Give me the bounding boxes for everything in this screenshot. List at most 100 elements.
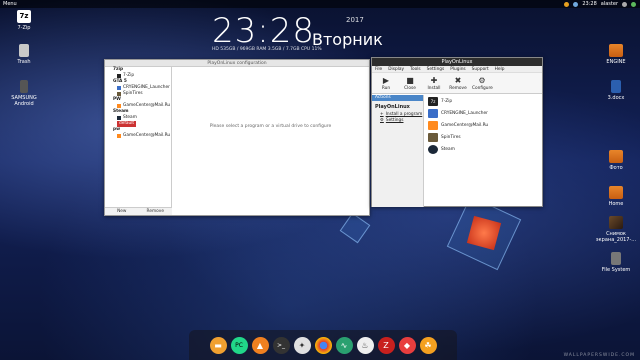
settings-app-icon[interactable]: ✦ (293, 336, 311, 354)
desktop-icon-label: 3.docx (607, 95, 625, 101)
plus-icon: ✚ (430, 76, 438, 85)
steam-app-icon[interactable]: ♨ (356, 336, 374, 354)
desktop-icon-home[interactable]: Home (596, 186, 636, 207)
clock-time: 23:28 (212, 11, 315, 51)
spintires-icon (428, 132, 438, 142)
steam-icon (428, 144, 438, 154)
toolbar-label: Close (404, 86, 416, 91)
app-name: CRYENGINE_Launcher (441, 110, 488, 116)
top-panel: Menu 23:28 alaster (0, 0, 640, 8)
desktop-icon-docx[interactable]: 3.docx (596, 80, 636, 101)
remove-app-button[interactable]: ✖ Remove (448, 76, 468, 93)
list-item[interactable]: Steam (425, 143, 543, 155)
app-icon (117, 74, 121, 78)
remove-button[interactable]: Remove (139, 208, 173, 215)
watermark: WALLPAPERSWIDE.COM (563, 353, 635, 358)
desktop-icon-filesystem[interactable]: File System (596, 252, 636, 273)
list-item[interactable]: CRYENGINE_Launcher (425, 107, 543, 119)
app-name: GameCenter@Mail.Ru (441, 122, 489, 128)
battery-icon[interactable] (631, 1, 636, 7)
tree-item-label: SpinTires (123, 91, 143, 96)
clock-widget: 23:28 2017 Вторник HD 535GB / 969GB RAM … (212, 11, 383, 52)
toolbar-label: Install (427, 86, 441, 91)
installed-apps-list: 7z 7-Zip CRYENGINE_Launcher GameCenter@Ma… (425, 95, 543, 207)
terminal-app-icon[interactable]: >_ (272, 336, 290, 354)
configure-button[interactable]: ⚙ Configure (472, 76, 493, 93)
app-icon (117, 104, 121, 108)
phone-icon (20, 80, 28, 93)
desktop-icon-trash[interactable]: Trash (4, 44, 44, 65)
toolbar-label: Configure (472, 86, 493, 91)
network-icon[interactable] (573, 1, 579, 7)
desktop-icon-engine[interactable]: ENGINE (596, 44, 636, 65)
run-button[interactable]: ▶ Run (376, 76, 396, 93)
pycharm-app-icon[interactable]: PC (230, 336, 248, 354)
install-button[interactable]: ✚ Install (424, 76, 444, 93)
new-button[interactable]: New (105, 208, 139, 215)
app-icon (117, 116, 121, 120)
actions-panel: Actions PlayOnLinux + Install a program ⚙… (372, 95, 424, 207)
app-name: Steam (441, 146, 455, 152)
menu-settings[interactable]: Settings (427, 66, 445, 72)
list-item[interactable]: 7z 7-Zip (425, 95, 543, 107)
chrome-app-icon[interactable] (314, 336, 332, 354)
menu-tools[interactable]: Tools (410, 66, 421, 72)
tree-item[interactable]: GameCenter@Mail.Ru (105, 133, 171, 139)
desktop-icon-foto[interactable]: Фото (596, 150, 636, 171)
desktop-icon-label: Фото (609, 165, 623, 171)
monitor-app-icon[interactable]: ∿ (335, 336, 353, 354)
toolbar-label: Run (381, 86, 391, 91)
folder-icon (609, 186, 623, 199)
settings-link[interactable]: ⚙ Settings (372, 118, 423, 124)
tray: 23:28 alaster (564, 0, 636, 8)
app-name: 7-Zip (441, 98, 453, 104)
menu-plugins[interactable]: Plugins (450, 66, 465, 72)
menu-support[interactable]: Support (472, 66, 489, 72)
close-button[interactable]: ■ Close (400, 76, 420, 93)
gamecenter-icon (428, 120, 438, 130)
config-window-title[interactable]: PlayOnLinux configuration (105, 60, 369, 67)
config-bottom-bar: New Remove (105, 207, 172, 215)
notification-icon[interactable] (564, 1, 570, 7)
volume-icon[interactable] (622, 1, 627, 7)
desktop-icon-label: Снимок экрана_2017-... (595, 231, 637, 243)
user-name[interactable]: alaster (601, 0, 618, 8)
link-label: Settings (385, 118, 404, 123)
vlc-app-icon[interactable]: ▲ (251, 336, 269, 354)
menu-help[interactable]: Help (495, 66, 505, 72)
pol-menubar: File Display Tools Settings Plugins Supp… (372, 66, 542, 73)
gear-icon: ⚙ (380, 118, 384, 123)
pol-window-title[interactable]: PlayOnLinux (372, 58, 542, 66)
playonlinux-window: PlayOnLinux File Display Tools Settings … (371, 57, 543, 207)
app-icon (117, 92, 121, 96)
panel-clock[interactable]: 23:28 (582, 0, 596, 8)
desktop-icon-samsung[interactable]: SAMSUNG Android (4, 80, 44, 107)
prefix-tree: 7zip 7-Zip GTA 5 CRYENGINE_Launcher Spin… (105, 67, 172, 209)
tree-item-label: GameCenter@Mail.Ru (123, 133, 171, 138)
desktop-icon-label: Trash (17, 59, 31, 65)
list-item[interactable]: SpinTires (425, 131, 543, 143)
folder-icon (609, 150, 623, 163)
menu-file[interactable]: File (375, 66, 382, 72)
cryengine-icon (428, 108, 438, 118)
menu-button[interactable]: Menu (3, 0, 17, 8)
filezilla-app-icon[interactable]: Z (377, 336, 395, 354)
list-item[interactable]: GameCenter@Mail.Ru (425, 119, 543, 131)
screenshot-icon (609, 216, 623, 229)
app-icon (117, 134, 121, 138)
desktop-icon-screenshot[interactable]: Снимок экрана_2017-... (592, 216, 640, 243)
clock-day: Вторник (312, 30, 383, 49)
trash-icon (19, 44, 29, 57)
actions-section-title: PlayOnLinux (375, 104, 410, 110)
clock-year: 2017 (346, 16, 364, 24)
app-icon (117, 86, 121, 90)
menu-display[interactable]: Display (388, 66, 404, 72)
anydesk-app-icon[interactable]: ◆ (398, 336, 416, 354)
dock: ▬ PC ▲ >_ ✦ ∿ ♨ Z ◆ ☘ (189, 330, 457, 360)
document-icon (611, 80, 621, 93)
playonlinux-app-icon[interactable]: ☘ (419, 336, 437, 354)
files-app-icon[interactable]: ▬ (209, 336, 227, 354)
desktop-icon-7zip[interactable]: 7z 7-Zip (4, 10, 44, 31)
desktop-icon-label: ENGINE (606, 59, 626, 65)
desktop-icon-label: File System (601, 267, 631, 273)
